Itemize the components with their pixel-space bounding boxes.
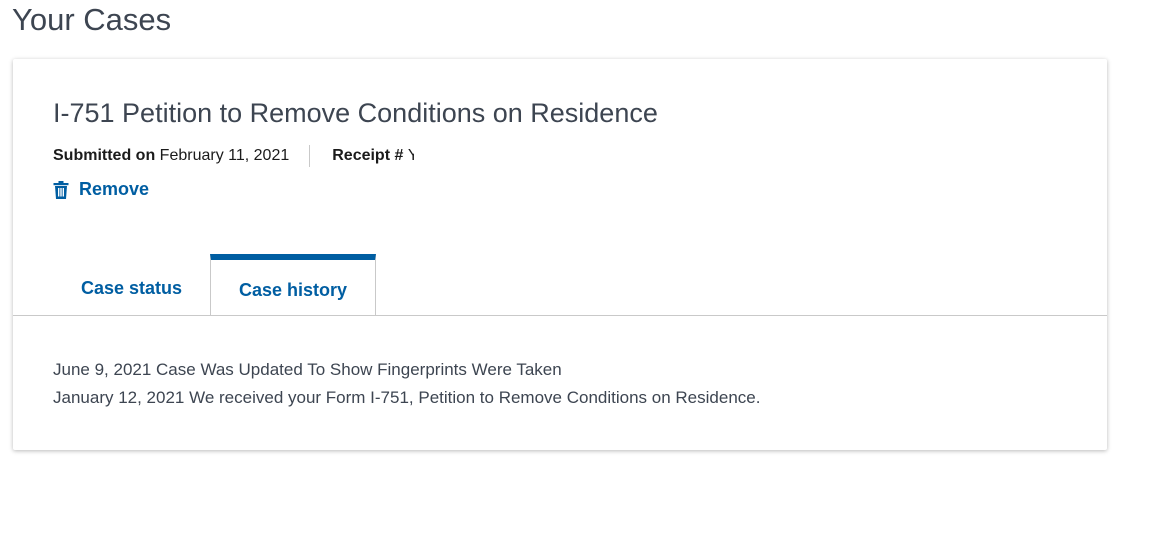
case-history-list: June 9, 2021 Case Was Updated To Show Fi… (53, 356, 760, 412)
remove-button[interactable]: Remove (53, 179, 149, 200)
page-title: Your Cases (12, 2, 172, 37)
case-title: I-751 Petition to Remove Conditions on R… (53, 98, 658, 128)
history-item: January 12, 2021 We received your Form I… (53, 388, 761, 407)
case-card: I-751 Petition to Remove Conditions on R… (13, 59, 1107, 450)
receipt-label: Receipt # (332, 147, 404, 164)
case-meta: Submitted on February 11, 2021 Receipt #… (53, 145, 414, 167)
meta-divider (309, 145, 311, 167)
submitted-label: Submitted on (53, 147, 156, 164)
tab-case-status[interactable]: Case status (53, 254, 210, 314)
receipt-number: Y (407, 147, 414, 164)
submitted-date: February 11, 2021 (159, 147, 290, 164)
tab-case-history-label: Case history (238, 279, 348, 300)
tab-case-history[interactable]: Case history (210, 254, 376, 315)
case-tabs: Case status Case history (13, 254, 1107, 316)
remove-label: Remove (79, 179, 150, 199)
tab-case-status-label: Case status (80, 277, 183, 298)
history-item: June 9, 2021 Case Was Updated To Show Fi… (53, 360, 562, 379)
trash-icon (53, 180, 69, 199)
